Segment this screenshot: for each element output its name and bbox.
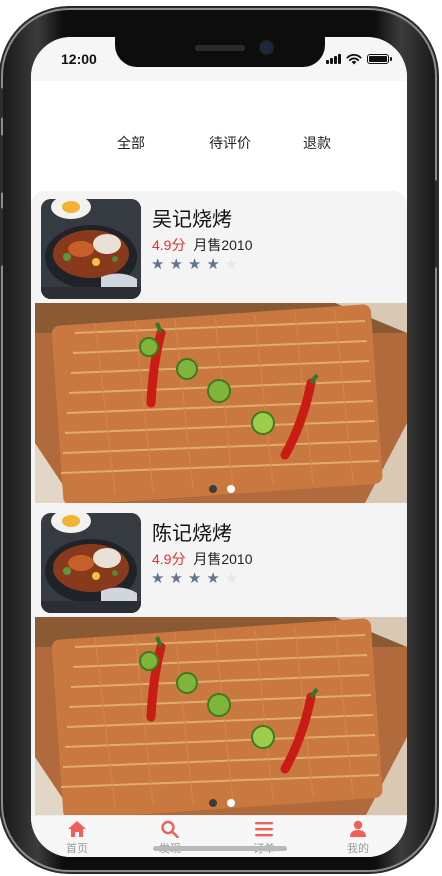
mute-switch — [0, 88, 3, 118]
star-icon: ★ — [169, 256, 183, 273]
tab-refund[interactable]: 退款 — [303, 133, 331, 153]
food-photo — [35, 617, 407, 817]
carousel-dot[interactable] — [209, 485, 217, 493]
search-icon — [161, 820, 179, 838]
shop-rating-row: 4.9分 月售2010 — [152, 235, 253, 255]
home-indicator[interactable] — [153, 846, 287, 851]
tabbar-label: 我的 — [347, 843, 369, 855]
phone-frame: 12:00 全部 待评价 退款 吴记烧烤 4.9分 月售2010 ★ ★ ★ ★… — [0, 10, 439, 870]
star-icon: ★ — [224, 256, 239, 273]
star-icon: ★ — [187, 256, 202, 273]
screen: 12:00 全部 待评价 退款 吴记烧烤 4.9分 月售2010 ★ ★ ★ ★… — [31, 37, 407, 857]
user-icon — [350, 820, 366, 837]
shop-banner-carousel[interactable] — [35, 303, 407, 503]
star-icon: ★ — [206, 570, 220, 587]
shop-list: 吴记烧烤 4.9分 月售2010 ★ ★ ★ ★ ★ 陈记烧烤 4.9分 月售2… — [31, 191, 407, 819]
tabbar-item-profile[interactable]: 我的 — [328, 818, 388, 856]
shop-score: 4.9分 — [152, 237, 186, 253]
shop-monthly-sales: 月售2010 — [193, 551, 253, 567]
shop-thumbnail[interactable] — [41, 199, 141, 299]
battery-icon — [367, 54, 392, 64]
shop-monthly-sales: 月售2010 — [193, 237, 253, 253]
shop-name: 陈记烧烤 — [152, 523, 232, 545]
star-icon: ★ — [151, 570, 165, 587]
shop-score: 4.9分 — [152, 551, 186, 567]
tabbar-label: 首页 — [66, 843, 88, 855]
star-icon: ★ — [151, 256, 165, 273]
tab-pending-review[interactable]: 待评价 — [209, 133, 251, 153]
status-icons — [326, 53, 392, 65]
speaker — [195, 45, 245, 51]
carousel-dot[interactable] — [209, 799, 217, 807]
status-bar: 12:00 — [31, 37, 407, 81]
shop-banner-carousel[interactable] — [35, 617, 407, 817]
star-rating: ★ ★ ★ ★ ★ — [151, 571, 238, 586]
carousel-dot[interactable] — [227, 799, 235, 807]
star-icon: ★ — [206, 256, 220, 273]
star-icon: ★ — [224, 570, 239, 587]
shop-card[interactable]: 陈记烧烤 4.9分 月售2010 ★ ★ ★ ★ ★ — [31, 505, 407, 819]
order-filter-tabs: 全部 待评价 退款 — [31, 81, 407, 191]
shop-name: 吴记烧烤 — [152, 209, 232, 231]
list-icon — [255, 822, 273, 837]
home-icon — [68, 821, 86, 837]
status-time: 12:00 — [61, 51, 97, 67]
camera — [261, 42, 272, 53]
star-icon: ★ — [187, 570, 202, 587]
carousel-dot[interactable] — [227, 485, 235, 493]
shop-card[interactable]: 吴记烧烤 4.9分 月售2010 ★ ★ ★ ★ ★ — [31, 191, 407, 503]
power-button — [435, 180, 439, 268]
signal-icon — [326, 54, 341, 64]
shop-card-header: 吴记烧烤 4.9分 月售2010 ★ ★ ★ ★ ★ — [31, 191, 407, 301]
wifi-icon — [346, 54, 362, 65]
carousel-indicator — [209, 485, 235, 493]
volume-up-button — [0, 135, 3, 193]
tabbar-item-home[interactable]: 首页 — [47, 818, 107, 856]
shop-card-header: 陈记烧烤 4.9分 月售2010 ★ ★ ★ ★ ★ — [31, 505, 407, 615]
star-rating: ★ ★ ★ ★ ★ — [151, 257, 238, 272]
tab-all[interactable]: 全部 — [117, 133, 145, 153]
shop-thumbnail[interactable] — [41, 513, 141, 613]
shop-rating-row: 4.9分 月售2010 — [152, 549, 253, 569]
notch — [115, 37, 325, 67]
volume-down-button — [0, 208, 3, 266]
star-icon: ★ — [169, 570, 183, 587]
carousel-indicator — [209, 799, 235, 807]
food-photo — [35, 303, 407, 503]
